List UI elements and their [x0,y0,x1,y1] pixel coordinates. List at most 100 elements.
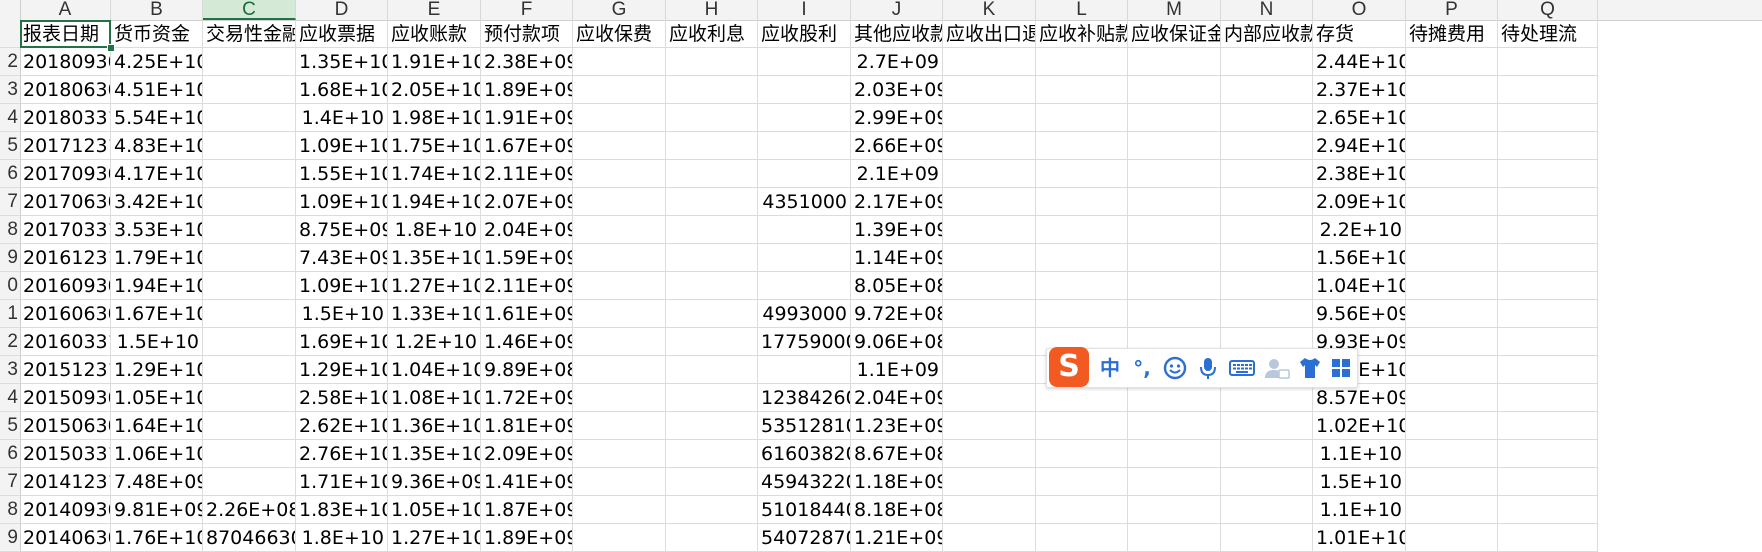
cell-i14[interactable]: 12384260 [758,384,851,412]
cell-q4[interactable] [1498,104,1598,132]
cell-e3[interactable]: 2.05E+10 [388,76,481,104]
cell-k19[interactable] [943,524,1036,552]
cell-m2[interactable] [1128,48,1221,76]
cell-b16[interactable]: 1.06E+10 [111,440,203,468]
user-icon[interactable] [1262,355,1292,381]
cell-c16[interactable] [203,440,296,468]
cell-e5[interactable]: 1.75E+10 [388,132,481,160]
cell-f2[interactable]: 2.38E+09 [481,48,573,76]
cell-p4[interactable] [1406,104,1498,132]
cell-k18[interactable] [943,496,1036,524]
cell-q5[interactable] [1498,132,1598,160]
cell-p17[interactable] [1406,468,1498,496]
cell-q16[interactable] [1498,440,1598,468]
cell-l9[interactable] [1036,244,1128,272]
cell-k12[interactable] [943,328,1036,356]
cell-b7[interactable]: 3.42E+10 [111,188,203,216]
cell-j3[interactable]: 2.03E+09 [851,76,943,104]
cell-m11[interactable] [1128,300,1221,328]
cell-g9[interactable] [573,244,666,272]
column-header-l[interactable]: L [1036,0,1128,20]
cell-h12[interactable] [666,328,758,356]
cell-n15[interactable] [1221,412,1313,440]
cell-g8[interactable] [573,216,666,244]
cell-p16[interactable] [1406,440,1498,468]
cell-k11[interactable] [943,300,1036,328]
cell-d1[interactable]: 应收票据 [296,20,388,48]
cell-q13[interactable] [1498,356,1598,384]
cell-k7[interactable] [943,188,1036,216]
cell-m3[interactable] [1128,76,1221,104]
cell-g17[interactable] [573,468,666,496]
cell-d12[interactable]: 1.69E+10 [296,328,388,356]
cell-p14[interactable] [1406,384,1498,412]
cell-c13[interactable] [203,356,296,384]
cell-h11[interactable] [666,300,758,328]
cell-f15[interactable]: 1.81E+09 [481,412,573,440]
cell-i16[interactable]: 61603820 [758,440,851,468]
cell-d19[interactable]: 1.8E+10 [296,524,388,552]
cell-e9[interactable]: 1.35E+10 [388,244,481,272]
cell-p15[interactable] [1406,412,1498,440]
cell-h1[interactable]: 应收利息 [666,20,758,48]
cell-c6[interactable] [203,160,296,188]
cell-m7[interactable] [1128,188,1221,216]
cell-f10[interactable]: 2.11E+09 [481,272,573,300]
cell-q9[interactable] [1498,244,1598,272]
cell-h7[interactable] [666,188,758,216]
cell-a8[interactable]: 20170331 [20,216,111,244]
cell-a14[interactable]: 20150930 [20,384,111,412]
cell-i19[interactable]: 54072870 [758,524,851,552]
column-header-g[interactable]: G [573,0,666,20]
cell-f1[interactable]: 预付款项 [481,20,573,48]
cell-j5[interactable]: 2.66E+09 [851,132,943,160]
cell-g6[interactable] [573,160,666,188]
column-header-p[interactable]: P [1406,0,1498,20]
cell-d13[interactable]: 1.29E+10 [296,356,388,384]
cell-b13[interactable]: 1.29E+10 [111,356,203,384]
cell-k15[interactable] [943,412,1036,440]
cell-c5[interactable] [203,132,296,160]
cell-a18[interactable]: 20140930 [20,496,111,524]
cell-g2[interactable] [573,48,666,76]
cell-c4[interactable] [203,104,296,132]
cell-d3[interactable]: 1.68E+10 [296,76,388,104]
cell-n10[interactable] [1221,272,1313,300]
cell-o2[interactable]: 2.44E+10 [1313,48,1406,76]
cell-b4[interactable]: 5.54E+10 [111,104,203,132]
cell-n4[interactable] [1221,104,1313,132]
cell-k17[interactable] [943,468,1036,496]
cell-o11[interactable]: 9.56E+09 [1313,300,1406,328]
cell-d8[interactable]: 8.75E+09 [296,216,388,244]
cell-h4[interactable] [666,104,758,132]
column-header-h[interactable]: H [666,0,758,20]
cell-d15[interactable]: 2.62E+10 [296,412,388,440]
cell-b12[interactable]: 1.5E+10 [111,328,203,356]
cell-i4[interactable] [758,104,851,132]
cell-n19[interactable] [1221,524,1313,552]
cell-q2[interactable] [1498,48,1598,76]
cell-b19[interactable]: 1.76E+10 [111,524,203,552]
cell-o17[interactable]: 1.5E+10 [1313,468,1406,496]
cell-c8[interactable] [203,216,296,244]
cell-f19[interactable]: 1.89E+09 [481,524,573,552]
cell-n1[interactable]: 内部应收款 [1221,20,1313,48]
cell-f5[interactable]: 1.67E+09 [481,132,573,160]
cell-c10[interactable] [203,272,296,300]
cell-h5[interactable] [666,132,758,160]
cell-l8[interactable] [1036,216,1128,244]
cell-k14[interactable] [943,384,1036,412]
cell-i11[interactable]: 4993000 [758,300,851,328]
cell-q7[interactable] [1498,188,1598,216]
cell-h6[interactable] [666,160,758,188]
cell-b6[interactable]: 4.17E+10 [111,160,203,188]
cell-g5[interactable] [573,132,666,160]
cell-g18[interactable] [573,496,666,524]
cell-h14[interactable] [666,384,758,412]
cell-i2[interactable] [758,48,851,76]
cell-i1[interactable]: 应收股利 [758,20,851,48]
cell-m6[interactable] [1128,160,1221,188]
cell-c12[interactable] [203,328,296,356]
cell-k4[interactable] [943,104,1036,132]
cell-j11[interactable]: 9.72E+08 [851,300,943,328]
